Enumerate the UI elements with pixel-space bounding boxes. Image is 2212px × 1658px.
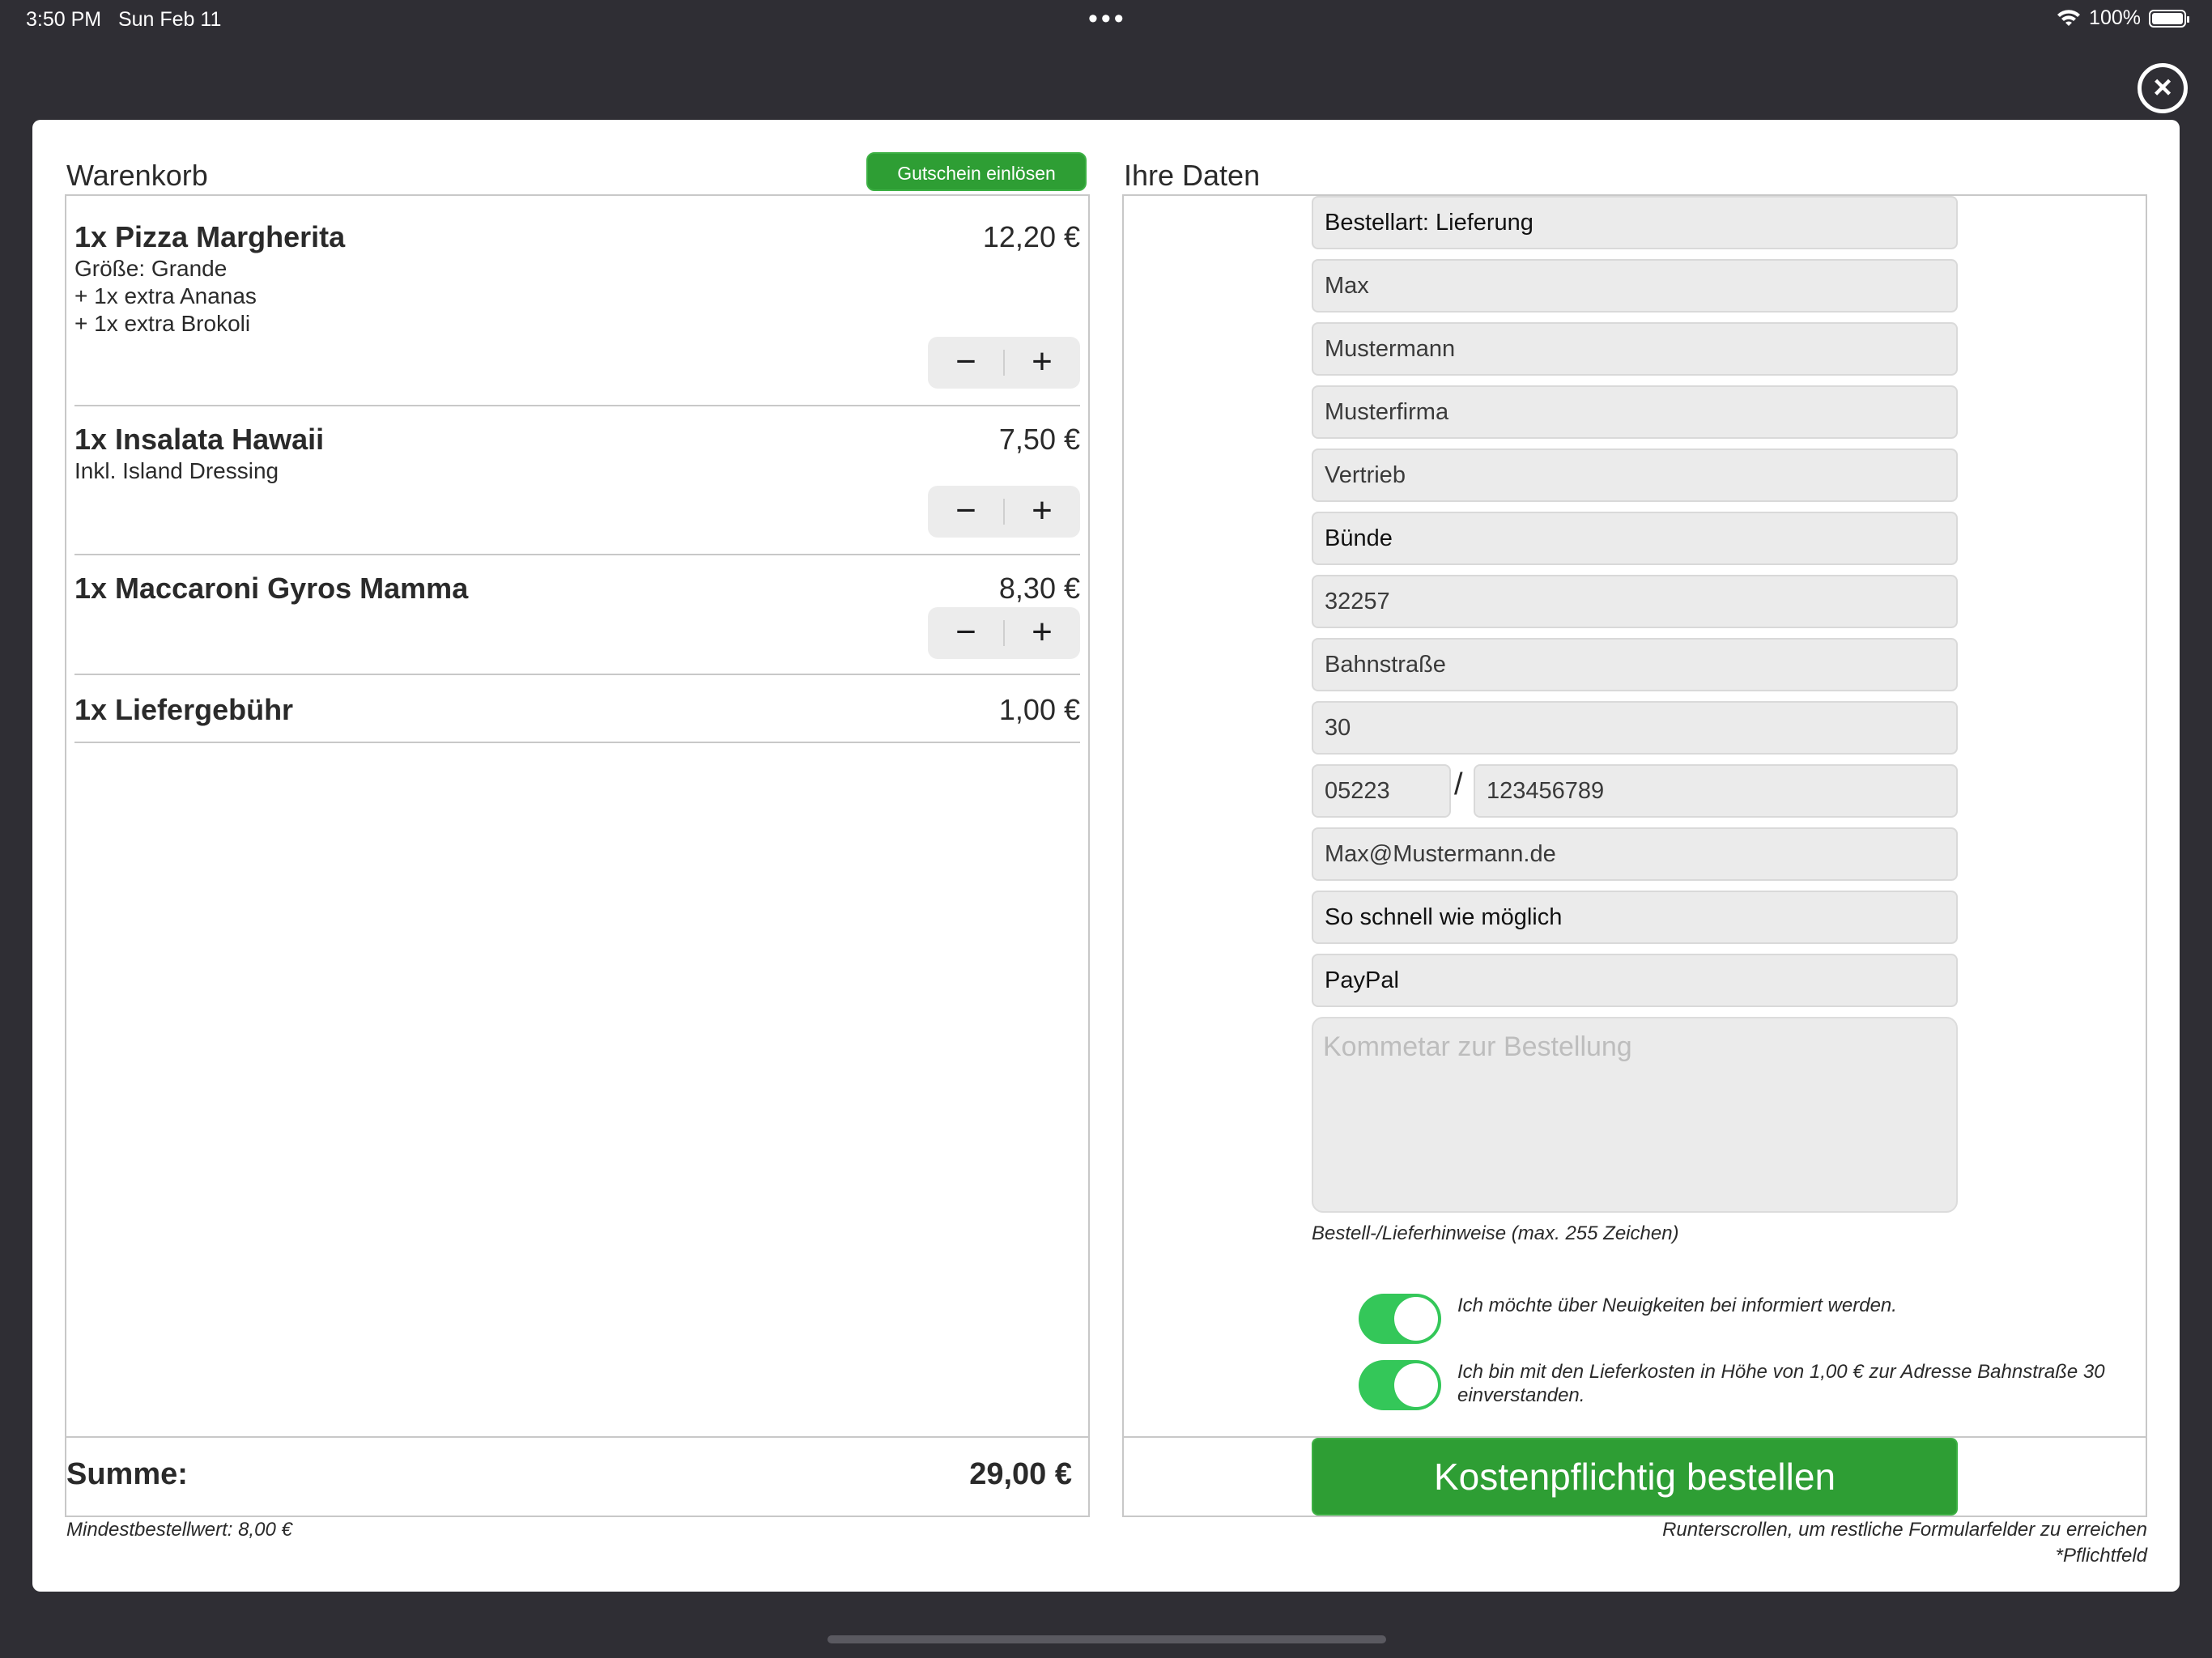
cart-item-price: 7,50 € <box>998 423 1080 456</box>
wifi-icon <box>2057 9 2081 26</box>
place-order-button[interactable]: Kostenpflichtig bestellen <box>1312 1438 1958 1516</box>
payment-select[interactable]: PayPal <box>1312 954 1958 1007</box>
cart-panel <box>65 194 1090 1517</box>
divider <box>74 405 1080 406</box>
city-select[interactable]: Bünde <box>1312 512 1958 565</box>
street-field[interactable]: Bahnstraße <box>1312 638 1958 691</box>
cart-item-price: 8,30 € <box>998 572 1080 605</box>
comment-hint: Bestell-/Lieferhinweise (max. 255 Zeiche… <box>1312 1222 1679 1244</box>
redeem-voucher-button[interactable]: Gutschein einlösen <box>866 152 1087 191</box>
form-title: Ihre Daten <box>1124 159 1261 192</box>
cart-item-price: 12,20 € <box>982 220 1080 253</box>
home-indicator[interactable] <box>827 1635 1386 1643</box>
house-number-field[interactable]: 30 <box>1312 701 1958 755</box>
battery-percent: 100% <box>2089 6 2141 29</box>
email-field[interactable]: Max@Mustermann.de <box>1312 827 1958 881</box>
quantity-stepper: − + <box>928 607 1080 659</box>
decrease-quantity-button[interactable]: − <box>928 486 1004 538</box>
cart-item-price: 1,00 € <box>998 693 1080 726</box>
phone-number-field[interactable]: 123456789 <box>1474 764 1958 818</box>
decrease-quantity-button[interactable]: − <box>928 337 1004 389</box>
delivery-time-select[interactable]: So schnell wie möglich <box>1312 891 1958 944</box>
quantity-stepper: − + <box>928 486 1080 538</box>
newsletter-toggle-label: Ich möchte über Neuigkeiten bei informie… <box>1457 1295 1897 1316</box>
cart-item-detail: Größe: Grande <box>74 256 228 281</box>
status-time: 3:50 PM Sun Feb 11 <box>26 8 222 31</box>
cart-item-name: 1x Pizza Margherita <box>74 220 346 253</box>
required-hint: *Pflichtfeld <box>2055 1545 2147 1567</box>
divider <box>74 554 1080 555</box>
comment-textarea[interactable]: Kommetar zur Bestellung <box>1312 1017 1958 1213</box>
department-field[interactable]: Vertrieb <box>1312 449 1958 502</box>
scroll-hint: Runterscrollen, um restliche Formularfel… <box>1662 1519 2147 1541</box>
delivery-cost-toggle-label: Ich bin mit den Lieferkosten in Höhe von… <box>1457 1361 2105 1406</box>
order-type-select[interactable]: Bestellart: Lieferung <box>1312 196 1958 249</box>
battery-icon <box>2149 9 2189 28</box>
company-field[interactable]: Musterfirma <box>1312 385 1958 439</box>
first-name-field[interactable]: Max <box>1312 259 1958 312</box>
status-right: 100% <box>2057 6 2189 30</box>
multitasking-dots[interactable]: ••• <box>1088 3 1127 35</box>
phone-separator: / <box>1454 767 1463 801</box>
sum-label: Summe: <box>66 1457 188 1491</box>
sum-value: 29,00 € <box>969 1457 1072 1491</box>
increase-quantity-button[interactable]: + <box>1004 486 1080 538</box>
close-icon[interactable]: × <box>2138 63 2188 113</box>
cart-item-detail: + 1x extra Ananas <box>74 283 257 308</box>
status-bar: 3:50 PM Sun Feb 11 ••• 100% <box>0 0 2212 39</box>
increase-quantity-button[interactable]: + <box>1004 607 1080 659</box>
cart-item-name: 1x Maccaroni Gyros Mamma <box>74 572 469 605</box>
decrease-quantity-button[interactable]: − <box>928 607 1004 659</box>
min-order-note: Mindestbestellwert: 8,00 € <box>66 1519 292 1541</box>
increase-quantity-button[interactable]: + <box>1004 337 1080 389</box>
newsletter-toggle[interactable] <box>1359 1294 1441 1344</box>
cart-title: Warenkorb <box>66 159 208 192</box>
zip-field[interactable]: 32257 <box>1312 575 1958 628</box>
quantity-stepper: − + <box>928 337 1080 389</box>
cart-item-detail: Inkl. Island Dressing <box>74 458 279 483</box>
divider <box>74 742 1080 743</box>
cart-item-detail: + 1x extra Brokoli <box>74 311 251 336</box>
delivery-cost-toggle[interactable] <box>1359 1360 1441 1410</box>
cart-item-name: 1x Liefergebühr <box>74 693 294 726</box>
divider <box>74 674 1080 675</box>
cart-item-name: 1x Insalata Hawaii <box>74 423 325 456</box>
last-name-field[interactable]: Mustermann <box>1312 322 1958 376</box>
divider <box>66 1436 1088 1438</box>
phone-prefix-field[interactable]: 05223 <box>1312 764 1451 818</box>
